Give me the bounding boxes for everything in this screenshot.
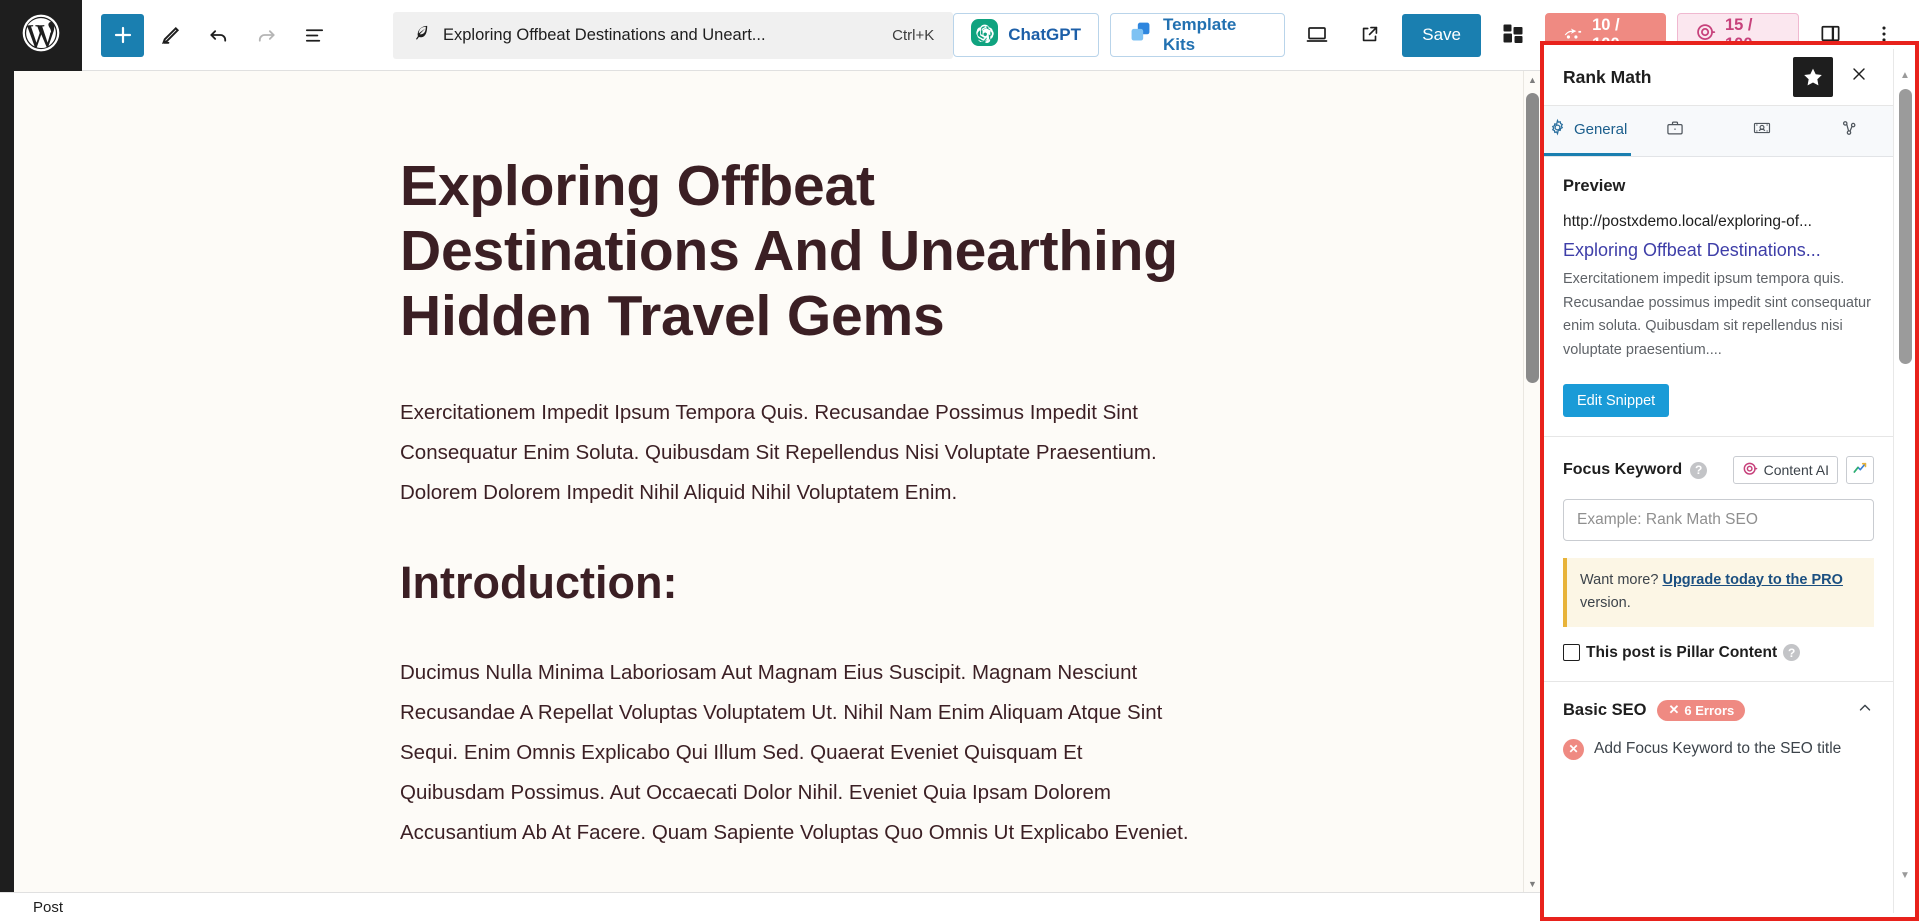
rank-math-scrollbar[interactable]: ▲ ▼ <box>1893 49 1915 913</box>
content-ai-label: Content AI <box>1763 462 1829 479</box>
chevron-up-icon[interactable] <box>1856 699 1874 722</box>
tab-social-card[interactable] <box>1719 106 1806 156</box>
trends-button[interactable] <box>1846 456 1874 485</box>
view-post-button[interactable] <box>1349 13 1391 57</box>
breadcrumb[interactable]: Post <box>33 899 63 916</box>
close-panel-button[interactable] <box>1839 57 1879 97</box>
tab-schema[interactable] <box>1806 106 1893 156</box>
wordpress-logo-button[interactable] <box>0 0 82 71</box>
tools-pencil-button[interactable] <box>148 13 192 57</box>
editor-canvas[interactable]: Exploring Offbeat Destinations And Unear… <box>0 71 1540 892</box>
basic-seo-accordion[interactable]: Basic SEO ✕ 6 Errors <box>1544 682 1893 739</box>
add-block-button[interactable] <box>101 13 144 57</box>
rank-math-title: Rank Math <box>1563 66 1652 87</box>
rank-math-tabs: General <box>1544 106 1893 157</box>
basic-seo-error-count: 6 Errors <box>1684 702 1735 718</box>
redo-button[interactable] <box>244 13 288 57</box>
heading-introduction[interactable]: Introduction: <box>400 557 1190 609</box>
basic-seo-label: Basic SEO <box>1563 700 1647 719</box>
help-question-icon[interactable]: ? <box>1783 644 1801 662</box>
edit-snippet-button[interactable]: Edit Snippet <box>1563 384 1670 418</box>
desktop-preview-icon <box>1305 22 1329 49</box>
tab-general-label: General <box>1573 121 1628 138</box>
wordpress-logo-icon <box>19 11 63 60</box>
basic-seo-error-badge: ✕ 6 Errors <box>1657 699 1746 721</box>
panel-scroll-down-icon[interactable]: ▼ <box>1897 867 1913 883</box>
undo-arrow-icon <box>207 24 230 47</box>
x-mark-icon: ✕ <box>1668 702 1680 718</box>
chatgpt-logo-icon <box>971 19 999 51</box>
preview-button[interactable] <box>1296 13 1338 57</box>
focus-keyword-section: Focus Keyword ? Content AI Example: Rank… <box>1544 437 1893 682</box>
redo-arrow-icon <box>255 24 278 47</box>
error-x-circle-icon: ✕ <box>1563 738 1584 760</box>
trends-chart-icon <box>1852 460 1868 481</box>
chatgpt-label: ChatGPT <box>1008 25 1081 44</box>
help-question-icon[interactable]: ? <box>1690 461 1708 479</box>
basic-seo-first-item: ✕ Add Focus Keyword to the SEO title <box>1544 738 1893 760</box>
snippet-description: Exercitationem impedit ipsum tempora qui… <box>1563 271 1871 358</box>
upgrade-notice: Want more? Upgrade today to the PRO vers… <box>1563 558 1874 627</box>
panel-scroll-up-icon[interactable]: ▲ <box>1897 67 1913 83</box>
chatgpt-button[interactable]: ChatGPT <box>953 13 1099 57</box>
content-ai-button[interactable]: Content AI <box>1732 456 1838 485</box>
plus-icon <box>111 23 135 47</box>
basic-seo-first-item-label: Add Focus Keyword to the SEO title <box>1594 740 1842 758</box>
blocks-button[interactable] <box>1492 13 1534 57</box>
upgrade-pro-link[interactable]: Upgrade today to the PRO <box>1662 572 1842 588</box>
content-ai-icon <box>1742 461 1758 480</box>
rank-math-header: Rank Math <box>1544 49 1893 106</box>
post-content[interactable]: Exploring Offbeat Destinations And Unear… <box>400 71 1190 892</box>
tab-general[interactable]: General <box>1544 106 1632 156</box>
upgrade-notice-suffix: version. <box>1580 595 1631 612</box>
scroll-up-arrow-icon[interactable]: ▲ <box>1524 71 1541 88</box>
feather-pen-icon <box>412 23 431 47</box>
template-kits-logo-icon <box>1128 20 1153 50</box>
tab-social[interactable] <box>1631 106 1718 156</box>
schema-share-icon <box>1839 118 1859 142</box>
focus-keyword-label: Focus Keyword <box>1563 461 1683 479</box>
snippet-url: http://postxdemo.local/exploring-of... <box>1563 213 1812 230</box>
command-shortcut-label: Ctrl+K <box>892 26 935 44</box>
preview-heading: Preview <box>1563 177 1626 195</box>
gear-icon <box>1548 118 1567 141</box>
rank-math-scrollbar-thumb[interactable] <box>1899 89 1912 364</box>
rank-math-content: Preview http://postxdemo.local/exploring… <box>1544 158 1893 917</box>
post-intro-paragraph[interactable]: Exercitationem Impedit Ipsum Tempora Qui… <box>400 393 1190 513</box>
focus-keyword-input[interactable] <box>1563 499 1874 542</box>
external-link-icon <box>1359 23 1381 48</box>
editor-canvas-inner: Exploring Offbeat Destinations And Unear… <box>14 71 1524 892</box>
document-title-search[interactable]: Exploring Offbeat Destinations and Unear… <box>393 11 954 59</box>
pillar-content-row: This post is Pillar Content ? <box>1563 644 1874 662</box>
snippet-preview-section: Preview http://postxdemo.local/exploring… <box>1544 158 1893 438</box>
rank-math-panel: Rank Math General Preview http://postxde… <box>1544 49 1893 917</box>
pencil-icon <box>159 24 182 47</box>
undo-button[interactable] <box>196 13 240 57</box>
pillar-content-label: This post is Pillar Content <box>1586 643 1778 661</box>
scroll-down-arrow-icon[interactable]: ▼ <box>1524 875 1541 892</box>
save-button[interactable]: Save <box>1402 13 1481 57</box>
editor-scrollbar[interactable]: ▲ ▼ <box>1523 71 1540 892</box>
rank-math-panel-highlight: Rank Math General Preview http://postxde… <box>1540 41 1919 921</box>
close-x-icon <box>1849 64 1869 90</box>
document-title-text: Exploring Offbeat Destinations and Unear… <box>443 25 766 44</box>
document-outline-icon <box>303 24 326 47</box>
upgrade-notice-prefix: Want more? <box>1580 572 1663 589</box>
rank-math-star-icon[interactable] <box>1793 57 1833 97</box>
editor-tools-group <box>82 13 336 57</box>
post-title-heading[interactable]: Exploring Offbeat Destinations And Unear… <box>400 154 1190 349</box>
template-kits-button[interactable]: Template Kits <box>1109 13 1285 57</box>
focus-keyword-row: Focus Keyword ? Content AI <box>1563 456 1874 485</box>
template-kits-label: Template Kits <box>1162 15 1237 54</box>
snippet-title[interactable]: Exploring Offbeat Destinations... <box>1563 237 1874 263</box>
list-view-button[interactable] <box>292 13 336 57</box>
blocks-grid-icon <box>1501 22 1525 49</box>
social-card-icon <box>1752 118 1772 142</box>
pillar-content-checkbox[interactable] <box>1563 644 1580 662</box>
editor-scrollbar-thumb[interactable] <box>1526 93 1539 383</box>
briefcase-icon <box>1665 118 1685 142</box>
post-body-paragraph[interactable]: Ducimus Nulla Minima Laboriosam Aut Magn… <box>400 653 1190 853</box>
